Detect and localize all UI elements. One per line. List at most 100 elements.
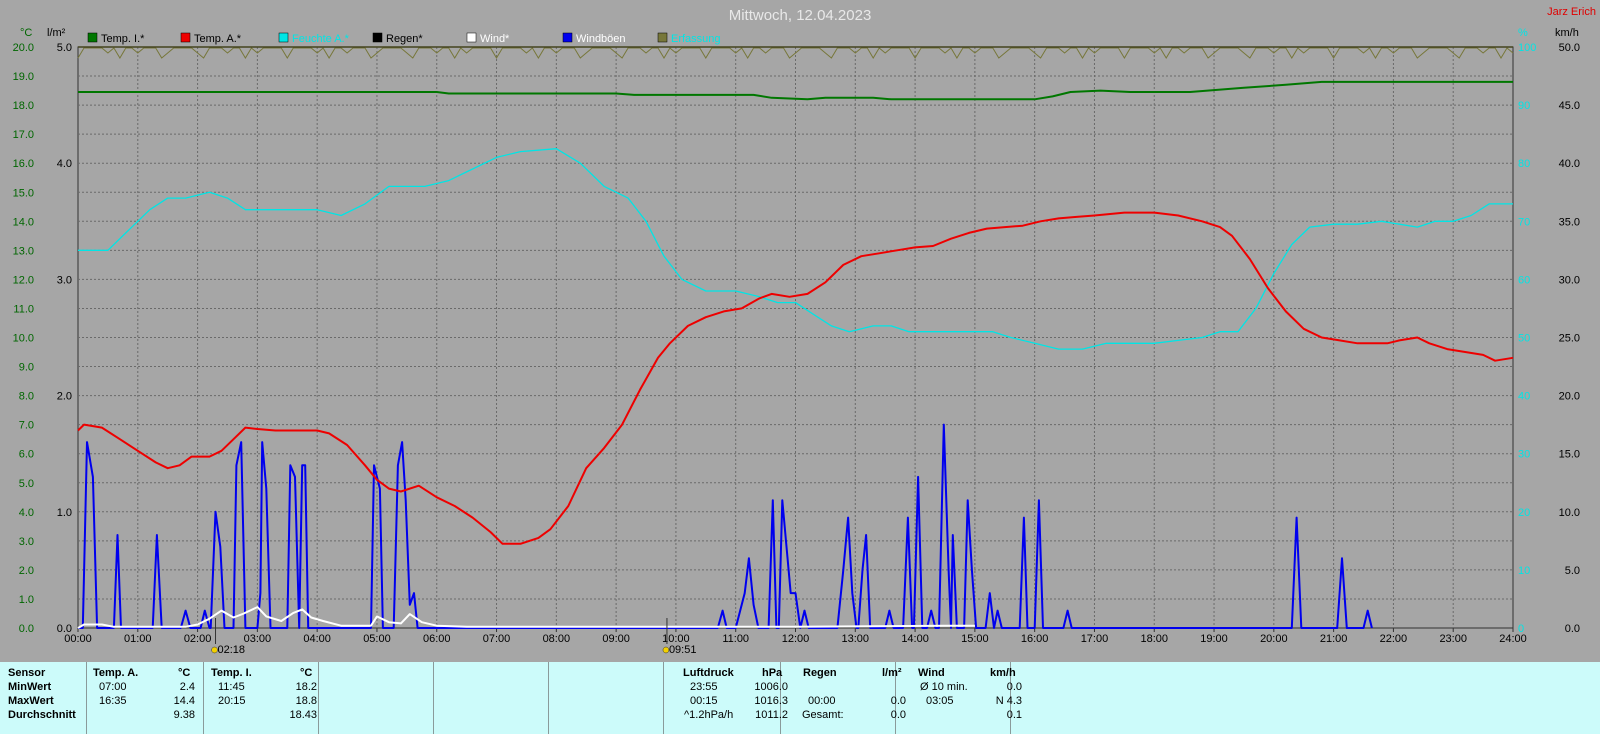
rain-tick-label: 5.0: [57, 42, 72, 54]
wind-tick-label: 30.0: [1559, 274, 1580, 286]
temp-tick-label: 17.0: [13, 129, 34, 141]
time-tick-label: 13:00: [842, 633, 870, 645]
legend-label: Temp. A.*: [194, 33, 242, 45]
time-tick-label: 08:00: [543, 633, 571, 645]
rain-max-value: 0.0: [890, 695, 906, 707]
pressure-avg-value: 1011.2: [755, 709, 788, 721]
pressure-max-time: 00:15: [690, 695, 718, 707]
temp-tick-label: 12.0: [13, 274, 34, 286]
time-tick-label: 16:00: [1021, 633, 1049, 645]
legend-label: Windböen: [576, 33, 626, 45]
wind-tick-label: 5.0: [1565, 565, 1580, 577]
time-tick-label: 09:00: [602, 633, 630, 645]
temp-a-header: Temp. A.: [93, 667, 139, 679]
wind-tick-label: 10.0: [1559, 507, 1580, 519]
humidity-tick-label: 20: [1518, 507, 1530, 519]
temp-tick-label: 0.0: [19, 623, 34, 635]
legend-label: Temp. I.*: [101, 33, 145, 45]
wind-max-time: 03:05: [926, 695, 954, 707]
temp-a-min-time: 07:00: [99, 681, 127, 693]
time-tick-label: 14:00: [901, 633, 929, 645]
time-tick-label: 03:00: [244, 633, 272, 645]
rain-tick-label: 1.0: [57, 507, 72, 519]
rain-max-time: 00:00: [808, 695, 836, 707]
humidity-tick-label: 70: [1518, 216, 1530, 228]
pressure-min-time: 23:55: [690, 681, 718, 693]
pressure-unit: hPa: [762, 667, 783, 679]
rain-header: Regen: [803, 667, 837, 679]
temp-i-avg-value: 18.43: [289, 709, 317, 721]
wind-tick-label: 50.0: [1559, 42, 1580, 54]
time-tick-label: 22:00: [1380, 633, 1408, 645]
temp-tick-label: 15.0: [13, 187, 34, 199]
temp-a-max-value: 14.4: [173, 695, 195, 707]
wind-avg-value: 0.0: [1006, 681, 1022, 693]
sensor-header: Sensor: [8, 667, 46, 679]
temp-tick-label: 7.0: [19, 420, 34, 432]
temp-tick-label: 20.0: [13, 42, 34, 54]
wind-tick-label: 0.0: [1565, 623, 1580, 635]
wind-tick-label: 15.0: [1559, 449, 1580, 461]
humidity-axis-ticks: 0102030405060708090100: [1518, 42, 1536, 635]
humidity-tick-label: 100: [1518, 42, 1536, 54]
temp-a-max-time: 16:35: [99, 695, 127, 707]
rain-tick-label: 4.0: [57, 158, 72, 170]
rain-axis-ticks: 0.01.02.03.04.05.0: [57, 42, 72, 635]
time-tick-label: 04:00: [303, 633, 331, 645]
row-label-max: MaxWert: [8, 695, 54, 707]
pressure-trend: ^1.2hPa/h: [684, 709, 734, 721]
humidity-tick-label: 50: [1518, 333, 1530, 345]
wind-tick-label: 20.0: [1559, 391, 1580, 403]
row-label-avg: Durchschnitt: [8, 709, 76, 721]
rain-tick-label: 2.0: [57, 391, 72, 403]
author-label: Jarz Erich: [1547, 6, 1596, 18]
temp-tick-label: 9.0: [19, 362, 34, 374]
legend-swatch: [466, 32, 477, 43]
marker-label: 09:51: [669, 644, 697, 656]
temp-i-min-time: 11:45: [218, 681, 245, 693]
legend-swatch: [278, 32, 289, 43]
temp-tick-label: 14.0: [13, 216, 34, 228]
temp-i-header: Temp. I.: [211, 667, 252, 679]
legend-label: Regen*: [386, 33, 423, 45]
rain-total-value: 0.0: [890, 709, 906, 721]
legend-swatch: [372, 32, 383, 43]
temp-i-max-value: 18.8: [295, 695, 317, 707]
time-tick-label: 20:00: [1260, 633, 1288, 645]
temp-axis-ticks: 0.0 1.0 2.0 3.0 4.0 5.0 6.0 7.0 8.0 9.0 10.0 11.0 12…: [13, 42, 34, 635]
time-tick-label: 12:00: [782, 633, 810, 645]
pressure-max-value: 1016.3: [754, 695, 788, 707]
temp-tick-label: 16.0: [13, 158, 34, 170]
marker-label: 02:18: [218, 644, 246, 656]
time-tick-label: 01:00: [124, 633, 152, 645]
temp-tick-label: 4.0: [19, 507, 34, 519]
legend-swatch: [87, 32, 98, 43]
weather-chart: Temp. I.* Temp. A.* Feuchte A.* Regen* Wind*…: [13, 6, 1596, 656]
wind-axis-unit: km/h: [1555, 27, 1579, 39]
temp-a-min-value: 2.4: [179, 681, 195, 693]
chart-title: Mittwoch, 12.04.2023: [729, 7, 872, 24]
rain-tick-label: 3.0: [57, 274, 72, 286]
legend: Temp. I.* Temp. A.* Feuchte A.* Regen* Wind*…: [87, 32, 721, 45]
time-tick-label: 06:00: [423, 633, 451, 645]
temp-tick-label: 19.0: [13, 71, 34, 83]
time-tick-label: 05:00: [363, 633, 391, 645]
time-axis-ticks: 00:00 01:00 02:00 03:00 04:00 05:00 06:00 07:00…: [64, 628, 1527, 645]
wind-max-value: N 4.3: [995, 695, 1022, 707]
humidity-tick-label: 40: [1518, 391, 1530, 403]
temp-tick-label: 8.0: [19, 391, 34, 403]
temp-tick-label: 6.0: [19, 449, 34, 461]
wind-unit: km/h: [990, 667, 1016, 679]
legend-swatch: [180, 32, 191, 43]
time-tick-label: 18:00: [1140, 633, 1168, 645]
pressure-header: Luftdruck: [683, 667, 734, 679]
wind-tick-label: 25.0: [1559, 333, 1580, 345]
wind-avg-label: Ø 10 min.: [920, 681, 968, 693]
wind-day-avg-value: 0.1: [1006, 709, 1022, 721]
humidity-tick-label: 90: [1518, 100, 1530, 112]
temp-i-min-value: 18.2: [295, 681, 317, 693]
time-tick-label: 21:00: [1320, 633, 1348, 645]
pressure-min-value: 1006.0: [754, 681, 788, 693]
rain-total-label: Gesamt:: [802, 709, 844, 721]
time-tick-label: 02:00: [184, 633, 212, 645]
